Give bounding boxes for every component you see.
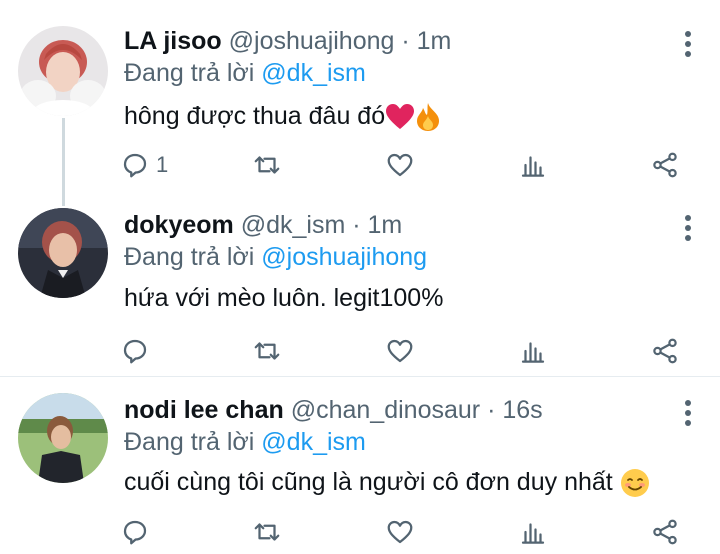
reply-button[interactable]: 1 [120,148,168,182]
separator-dot: · [352,211,361,239]
separator-dot: · [487,396,496,424]
reply-icon [123,339,147,364]
tweet-actions [120,515,700,549]
replying-to-label: Đang trả lời [124,59,262,87]
tweet[interactable]: nodi lee chan @chan_dinosaur · 16s Đang … [0,376,720,554]
replying-to-label: Đang trả lời [124,428,262,456]
more-icon[interactable] [684,215,692,241]
like-icon [387,153,413,177]
more-icon[interactable] [684,400,692,426]
mention-link[interactable]: @joshuajihong [261,243,427,271]
replying-to: Đang trả lời @dk_ism [124,58,366,88]
share-button[interactable] [650,334,680,368]
replying-to: Đang trả lời @joshuajihong [124,242,427,272]
like-icon [387,339,413,363]
user-handle[interactable]: @chan_dinosaur [291,396,480,424]
share-icon [653,152,677,178]
stats-button[interactable] [518,334,548,368]
avatar-image [18,393,108,483]
tweet-text: cuối cùng tôi cũng là người cô đơn duy n… [124,466,650,498]
timestamp[interactable]: 16s [502,396,542,424]
tweet-text-body: hứa với mèo luôn. legit100% [124,284,444,312]
reply-icon [123,153,147,178]
avatar[interactable] [18,393,108,483]
tweet-header: dokyeom @dk_ism · 1m [124,210,402,240]
tweet-actions: 1 [120,148,700,182]
tweet[interactable]: LA jisoo @joshuajihong · 1m Đang trả lời… [0,0,720,206]
separator-dot: · [401,27,410,55]
retweet-button[interactable] [252,515,282,549]
tweet-actions [120,334,700,368]
retweet-icon [254,156,280,174]
avatar[interactable] [18,26,108,116]
display-name[interactable]: dokyeom [124,211,234,239]
replying-to-label: Đang trả lời [124,243,262,271]
retweet-button[interactable] [252,334,282,368]
stats-icon [521,523,545,544]
share-icon [653,338,677,364]
retweet-icon [254,523,280,541]
mention-link[interactable]: @dk_ism [261,59,366,87]
timestamp[interactable]: 1m [417,27,452,55]
fire-emoji [415,102,441,132]
timestamp[interactable]: 1m [368,211,403,239]
smiling-emoji [620,468,650,498]
user-handle[interactable]: @dk_ism [241,211,346,239]
reply-button[interactable] [120,515,156,549]
reply-icon [123,520,147,545]
tweet-text-body: cuối cùng tôi cũng là người cô đơn duy n… [124,468,613,496]
display-name[interactable]: LA jisoo [124,27,222,55]
stats-icon [521,342,545,363]
share-button[interactable] [650,515,680,549]
like-button[interactable] [385,148,415,182]
retweet-icon [254,342,280,360]
tweet-text: hông được thua đâu đó [124,100,441,132]
like-icon [387,520,413,544]
share-icon [653,519,677,545]
avatar-image [18,26,108,116]
mention-link[interactable]: @dk_ism [261,428,366,456]
tweet-header: LA jisoo @joshuajihong · 1m [124,26,451,56]
display-name[interactable]: nodi lee chan [124,396,284,424]
tweet-text: hứa với mèo luôn. legit100% [124,282,443,314]
like-button[interactable] [385,515,415,549]
share-button[interactable] [650,148,680,182]
like-button[interactable] [385,334,415,368]
avatar-image [18,208,108,298]
reply-button[interactable] [120,334,156,368]
stats-button[interactable] [518,148,548,182]
user-handle[interactable]: @joshuajihong [229,27,395,55]
tweet-text-body: hông được thua đâu đó [124,102,386,130]
tweet-header: nodi lee chan @chan_dinosaur · 16s [124,395,543,425]
stats-button[interactable] [518,515,548,549]
retweet-button[interactable] [252,148,282,182]
replying-to: Đang trả lời @dk_ism [124,427,366,457]
avatar[interactable] [18,208,108,298]
reply-count: 1 [156,152,169,177]
stats-icon [521,156,545,177]
tweet[interactable]: dokyeom @dk_ism · 1m Đang trả lời @joshu… [0,192,720,376]
more-icon[interactable] [684,31,692,57]
heart-emoji [385,103,415,131]
